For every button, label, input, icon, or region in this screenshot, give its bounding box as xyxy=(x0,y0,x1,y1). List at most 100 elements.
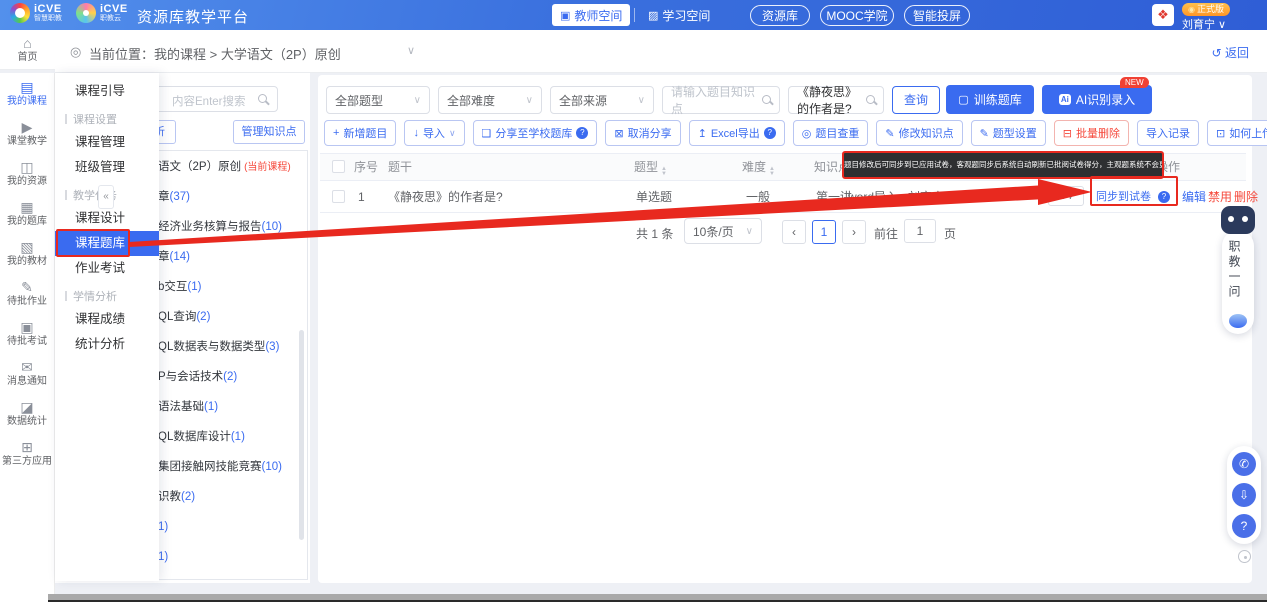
tree-node[interactable]: QL数据表与数据类型(3) xyxy=(158,332,308,362)
toolbar-button[interactable]: ❑分享至学校题库? xyxy=(473,120,598,146)
user-menu[interactable]: 刘育宁 ∨ xyxy=(1182,16,1226,32)
knowledge-search-input[interactable]: 请输入题目知识点 xyxy=(662,86,780,114)
goto-label: 前往 xyxy=(874,225,898,242)
tree-node[interactable]: 语法基础(1) xyxy=(158,392,308,422)
page-size-select[interactable]: 10条/页∨ xyxy=(684,218,762,244)
difficulty-select[interactable]: 全部难度∨ xyxy=(438,86,542,114)
sort-icon[interactable]: ▲▼ xyxy=(769,167,775,177)
current-page-button[interactable]: 1 xyxy=(812,220,836,244)
manage-knowledge-button[interactable]: 管理知识点 xyxy=(233,120,305,144)
menu-item[interactable]: 课程引导 xyxy=(55,79,159,104)
back-button[interactable]: 返回 xyxy=(1212,44,1249,61)
nav-teacher-space[interactable]: 教师空间 xyxy=(552,4,630,26)
sidebar-item[interactable]: ✉ 消息通知 xyxy=(0,359,54,399)
prev-page-button[interactable]: ‹ xyxy=(782,220,806,244)
sidebar-item[interactable]: ▦ 我的题库 xyxy=(0,199,54,239)
user-version-badge: 正式版 xyxy=(1182,3,1230,16)
toolbar-button-icon: ⊟ xyxy=(1063,127,1072,140)
toolbar-button[interactable]: ◎题目查重 xyxy=(793,120,869,146)
toolbar-button[interactable]: ⊠取消分享 xyxy=(605,120,680,146)
toolbar-button-label: 导入 xyxy=(423,125,445,141)
select-all-checkbox[interactable] xyxy=(332,160,345,173)
sidebar-item[interactable]: ⊞ 第三方应用 xyxy=(0,439,54,479)
cell-stem[interactable]: 《静夜思》的作者是? xyxy=(388,181,503,213)
toolbar-button[interactable]: ✎题型设置 xyxy=(971,120,1046,146)
sidebar-item[interactable]: ✎ 待批作业 xyxy=(0,279,54,319)
toolbar-button[interactable]: ↥Excel导出? xyxy=(689,120,785,146)
ai-recognition-button[interactable]: AiAI识别录入 xyxy=(1042,85,1152,114)
assistant-widget[interactable]: 职教一问 xyxy=(1216,206,1260,338)
breadcrumb-caret-icon[interactable]: ∨ xyxy=(407,44,415,57)
help-icon[interactable]: ? xyxy=(576,127,588,139)
toolbar-button[interactable]: ⊡如何上传题库? xyxy=(1207,120,1267,146)
sidebar-item-home[interactable]: ⌂ 首页 xyxy=(0,30,55,70)
sidebar-item-icon: ⊞ xyxy=(0,439,54,456)
help-circle-icon[interactable]: ? xyxy=(1232,514,1256,538)
user-app-icon[interactable]: ❖ xyxy=(1152,4,1174,26)
next-page-button[interactable]: › xyxy=(842,220,866,244)
row-checkbox[interactable] xyxy=(332,190,345,203)
menu-item[interactable]: 课程设计 xyxy=(55,206,159,231)
tree-node-count: (10) xyxy=(262,461,282,473)
tree-node[interactable]: 语文（2P）原创(当前课程) xyxy=(158,152,308,182)
sidebar-item[interactable]: ▧ 我的教材 xyxy=(0,239,54,279)
score-input[interactable]: 64 xyxy=(1048,186,1084,206)
nav-resource-pill[interactable]: 资源库 xyxy=(750,5,810,26)
robot-icon xyxy=(1221,206,1255,234)
menu-item[interactable]: 作业考试 xyxy=(55,256,159,281)
tree-node[interactable]: 章(14) xyxy=(158,242,308,272)
toolbar-button[interactable]: ↓导入∨ xyxy=(404,120,464,146)
sidebar-item[interactable]: ▣ 待批考试 xyxy=(0,319,54,359)
edit-link[interactable]: 编辑 xyxy=(1182,181,1206,213)
menu-item[interactable]: 学情分析 xyxy=(55,285,159,307)
source-select[interactable]: 全部来源∨ xyxy=(550,86,654,114)
sidebar-item[interactable]: ▤ 我的课程 xyxy=(0,79,54,119)
tree-node[interactable]: 1) xyxy=(158,542,308,572)
toolbar-button[interactable]: ✎修改知识点 xyxy=(876,120,962,146)
tree-node-label: P与会话技术 xyxy=(158,371,223,383)
support-icon[interactable]: ✆ xyxy=(1232,452,1256,476)
sidebar-item[interactable]: ▶ 课堂教学 xyxy=(0,119,54,159)
menu-item[interactable]: 统计分析 xyxy=(55,332,159,357)
sidebar-item[interactable]: ◪ 数据统计 xyxy=(0,399,54,439)
tree-node[interactable]: QL查询(2) xyxy=(158,302,308,332)
col-header-difficulty[interactable]: 难度▲▼ xyxy=(742,153,775,181)
col-header-type[interactable]: 题型▲▼ xyxy=(634,153,667,181)
tree-scrollbar[interactable] xyxy=(299,330,304,540)
nav-mooc-pill[interactable]: MOOC学院 xyxy=(820,5,894,26)
tree-node[interactable]: 识教(2) xyxy=(158,482,308,512)
tree-node[interactable]: P与会话技术(2) xyxy=(158,362,308,392)
menu-item[interactable]: 课程成绩 xyxy=(55,307,159,332)
tree-node[interactable]: QL数据库设计(1) xyxy=(158,422,308,452)
toolbar-button[interactable]: +新增题目 xyxy=(324,120,396,146)
question-type-select[interactable]: 全部题型∨ xyxy=(326,86,430,114)
tree-collapse-handle[interactable]: « xyxy=(98,185,114,209)
menu-item[interactable]: 课程设置 xyxy=(55,108,159,130)
query-button[interactable]: 查询 xyxy=(892,86,940,114)
menu-item-label: 课程引导 xyxy=(75,84,125,98)
toolbar-button[interactable]: ⊟批量删除 xyxy=(1054,120,1129,146)
nav-student-space[interactable]: 学习空间 xyxy=(648,4,710,26)
menu-item-label: 课程设置 xyxy=(73,111,117,127)
sort-icon[interactable]: ▲▼ xyxy=(661,167,667,177)
nav-cast-pill[interactable]: 智能投屏 xyxy=(904,5,970,26)
tree-node[interactable]: 章(37) xyxy=(158,182,308,212)
tree-node[interactable]: b交互(1) xyxy=(158,272,308,302)
collapse-dot-icon[interactable] xyxy=(1238,550,1251,563)
download-icon[interactable]: ⇩ xyxy=(1232,483,1256,507)
tree-node[interactable]: 集团接触网技能竞赛(10) xyxy=(158,452,308,482)
training-bank-button[interactable]: 训练题库 xyxy=(946,85,1034,114)
tree-node-count: (14) xyxy=(170,251,190,263)
toolbar-button[interactable]: 导入记录 xyxy=(1137,120,1199,146)
help-icon[interactable]: ? xyxy=(764,127,776,139)
tree-node[interactable]: 经济业务核算与报告(10) xyxy=(158,212,308,242)
menu-item[interactable]: 课程管理 xyxy=(55,130,159,155)
tree-node[interactable]: 1) xyxy=(158,512,308,542)
tree-node-label: 识教 xyxy=(158,491,181,503)
keyword-search-input[interactable]: 《静夜思》的作者是? xyxy=(788,86,884,114)
sidebar-item[interactable]: ◫ 我的资源 xyxy=(0,159,54,199)
icve-swirl-logo-icon xyxy=(10,3,30,23)
nav-divider xyxy=(634,8,635,22)
menu-item[interactable]: 班级管理 xyxy=(55,155,159,180)
goto-page-input[interactable]: 1 xyxy=(904,219,936,243)
